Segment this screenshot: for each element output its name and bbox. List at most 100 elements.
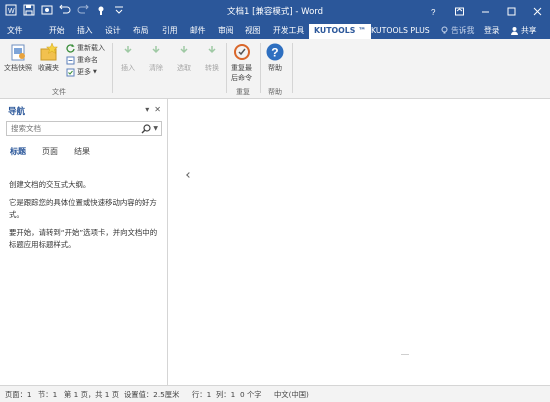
rename-icon xyxy=(66,56,75,64)
navigation-pane: 导航 ▾ ✕ ▼ 标题 页面 结果 创建文档的交互式大纲。 它是跟踪您的具体位置… xyxy=(0,99,168,385)
nav-tabs: 标题 页面 结果 xyxy=(10,146,90,157)
nav-tab-headings[interactable]: 标题 xyxy=(10,146,26,157)
page-edge-mark xyxy=(401,354,409,355)
window-controls: ? xyxy=(420,0,550,22)
rename-label: 重命名 xyxy=(77,56,98,64)
ribbon-display-icon[interactable] xyxy=(446,0,472,22)
insert-label: 插入 xyxy=(121,64,135,72)
repeat-last-label-2: 后命令 xyxy=(231,74,252,82)
doc-snapshot-button[interactable]: 文档快照 xyxy=(4,42,32,73)
select-label: 选取 xyxy=(177,64,191,72)
cursor-mark xyxy=(186,172,192,178)
nav-search-input[interactable] xyxy=(7,122,127,135)
status-setting[interactable]: 设置值：2.5厘米 xyxy=(124,390,179,400)
convert-label: 转换 xyxy=(205,64,219,72)
ribbon-tabs: 文件 开始 插入 设计 布局 引用 邮件 审阅 视图 开发工具 KUTOOLS … xyxy=(0,22,550,39)
group-label-repeat: 重复 xyxy=(236,88,250,96)
clear-icon xyxy=(152,46,160,54)
lightbulb-icon xyxy=(441,26,448,34)
close-icon[interactable] xyxy=(524,0,550,22)
tab-kutools[interactable]: KUTOOLS ™ xyxy=(309,24,371,39)
clear-label: 清除 xyxy=(149,64,163,72)
insert-icon xyxy=(124,46,132,54)
select-button[interactable]: 选取 xyxy=(174,42,194,73)
group-label-help: 帮助 xyxy=(268,88,282,96)
nav-controls: ▾ ✕ xyxy=(145,105,161,114)
repeat-last-command-button[interactable]: 重复最 后命令 xyxy=(231,42,252,83)
tab-view[interactable]: 视图 xyxy=(240,24,266,39)
nav-tab-results[interactable]: 结果 xyxy=(74,146,90,157)
reload-button[interactable]: 重新载入 xyxy=(66,43,105,53)
tab-insert[interactable]: 插入 xyxy=(72,24,98,39)
nav-help-text-1: 创建文档的交互式大纲。 xyxy=(9,180,91,189)
tab-mailings[interactable]: 邮件 xyxy=(185,24,211,39)
convert-icon xyxy=(208,46,216,54)
group-divider xyxy=(226,43,227,93)
tab-kutools-plus[interactable]: KUTOOLS PLUS xyxy=(366,24,435,39)
more-label: 更多 xyxy=(77,68,91,76)
convert-button[interactable]: 转换 xyxy=(202,42,222,73)
tab-review[interactable]: 审阅 xyxy=(213,24,239,39)
status-page-of[interactable]: 第 1 页，共 1 页 xyxy=(64,390,119,400)
repeat-icon xyxy=(233,44,250,60)
nav-help-text-2: 它是跟踪您的具体位置或快速移动内容的好方式。 xyxy=(9,198,157,219)
search-dropdown-icon[interactable]: ▼ xyxy=(153,125,158,132)
more-dropdown-icon: ▼ xyxy=(93,69,97,75)
tab-file[interactable]: 文件 xyxy=(2,24,28,39)
status-bar: 页面：1 节：1 第 1 页，共 1 页 设置值：2.5厘米 行：1 列：1 0… xyxy=(0,385,550,402)
status-word-count[interactable]: 0 个字 xyxy=(240,390,262,400)
clear-button[interactable]: 清除 xyxy=(146,42,166,73)
tab-layout[interactable]: 布局 xyxy=(128,24,154,39)
document-canvas[interactable] xyxy=(169,99,550,385)
help-label: 帮助 xyxy=(268,64,282,72)
more-icon xyxy=(66,68,75,76)
minimize-icon[interactable] xyxy=(472,0,498,22)
nav-close-icon[interactable]: ✕ xyxy=(154,105,161,114)
favorites-icon xyxy=(40,42,58,61)
repeat-last-label: 重复最 xyxy=(231,64,252,72)
tell-me-box[interactable]: 告诉我 xyxy=(440,25,474,36)
tab-developer[interactable]: 开发工具 xyxy=(268,24,309,39)
status-section[interactable]: 节：1 xyxy=(38,390,57,400)
rename-button[interactable]: 重命名 xyxy=(66,55,98,65)
share-button[interactable]: 共享 xyxy=(508,24,539,37)
more-button[interactable]: 更多 ▼ xyxy=(66,67,97,77)
help-button[interactable]: ? 帮助 xyxy=(265,42,285,73)
favorites-label: 收藏夹 xyxy=(38,64,59,72)
status-page[interactable]: 页面：1 xyxy=(5,390,32,400)
nav-tab-pages[interactable]: 页面 xyxy=(42,146,58,157)
help-circle-icon: ? xyxy=(266,43,284,61)
insert-button[interactable]: 插入 xyxy=(118,42,138,73)
status-line[interactable]: 行：1 xyxy=(192,390,211,400)
select-icon xyxy=(180,46,188,54)
title-bar: W 文档1 [兼容模式] - Word ? xyxy=(0,0,550,22)
ribbon: 文档快照 收藏夹 重新载入 重命名 更多 ▼ 文件 插入 清除 选取 转换 重复… xyxy=(0,39,550,99)
group-divider xyxy=(112,43,113,93)
svg-text:?: ? xyxy=(271,46,278,60)
nav-title: 导航 xyxy=(8,107,26,117)
help-icon[interactable]: ? xyxy=(420,0,446,22)
nav-options-icon[interactable]: ▾ xyxy=(145,105,149,114)
snapshot-icon xyxy=(11,44,25,61)
nav-help-text-3: 要开始，请转到“开始”选项卡，并向文档中的标题应用标题样式。 xyxy=(9,228,158,249)
doc-snapshot-label: 文档快照 xyxy=(4,64,32,72)
reload-label: 重新载入 xyxy=(77,44,105,52)
svg-text:?: ? xyxy=(431,8,436,16)
maximize-icon[interactable] xyxy=(498,0,524,22)
status-language[interactable]: 中文(中国) xyxy=(274,390,309,400)
tab-design[interactable]: 设计 xyxy=(100,24,126,39)
person-icon xyxy=(511,27,518,35)
group-label-file: 文件 xyxy=(52,88,66,96)
search-icon[interactable] xyxy=(141,124,151,134)
tab-home[interactable]: 开始 xyxy=(44,24,70,39)
share-label: 共享 xyxy=(521,26,537,35)
nav-search-box: ▼ xyxy=(6,121,162,136)
status-column[interactable]: 列：1 xyxy=(216,390,235,400)
reload-icon xyxy=(66,43,75,53)
tell-me-label: 告诉我 xyxy=(451,26,475,35)
login-link[interactable]: 登录 xyxy=(484,25,500,36)
group-divider xyxy=(292,43,293,93)
group-divider xyxy=(260,43,261,93)
favorites-button[interactable]: 收藏夹 xyxy=(38,42,59,73)
tab-references[interactable]: 引用 xyxy=(157,24,183,39)
